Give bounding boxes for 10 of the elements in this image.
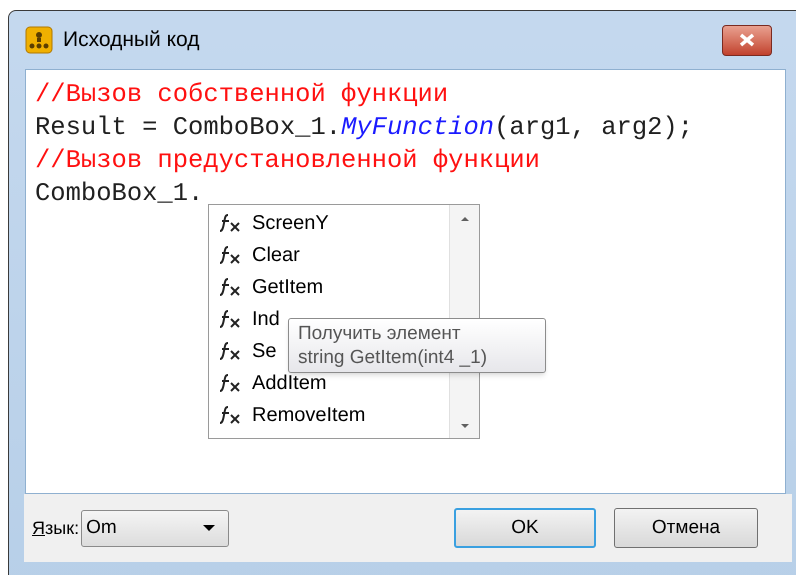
code-comment: //Вызов предустановленной функции (35, 145, 540, 177)
language-label: Язык: (32, 516, 80, 540)
code-text: ComboBox_1. (35, 178, 204, 210)
tooltip-text: Получить элемент (298, 322, 462, 346)
code-text: Result = ComboBox_1. (35, 112, 342, 144)
window-title: Исходный код (63, 27, 200, 54)
tooltip-text: string GetItem(int4 _1) (298, 346, 488, 370)
function-name: MyFunction (341, 112, 494, 144)
code-text: (arg1, arg2); (494, 112, 694, 144)
code-comment: //Вызов собственной функции (35, 79, 448, 111)
